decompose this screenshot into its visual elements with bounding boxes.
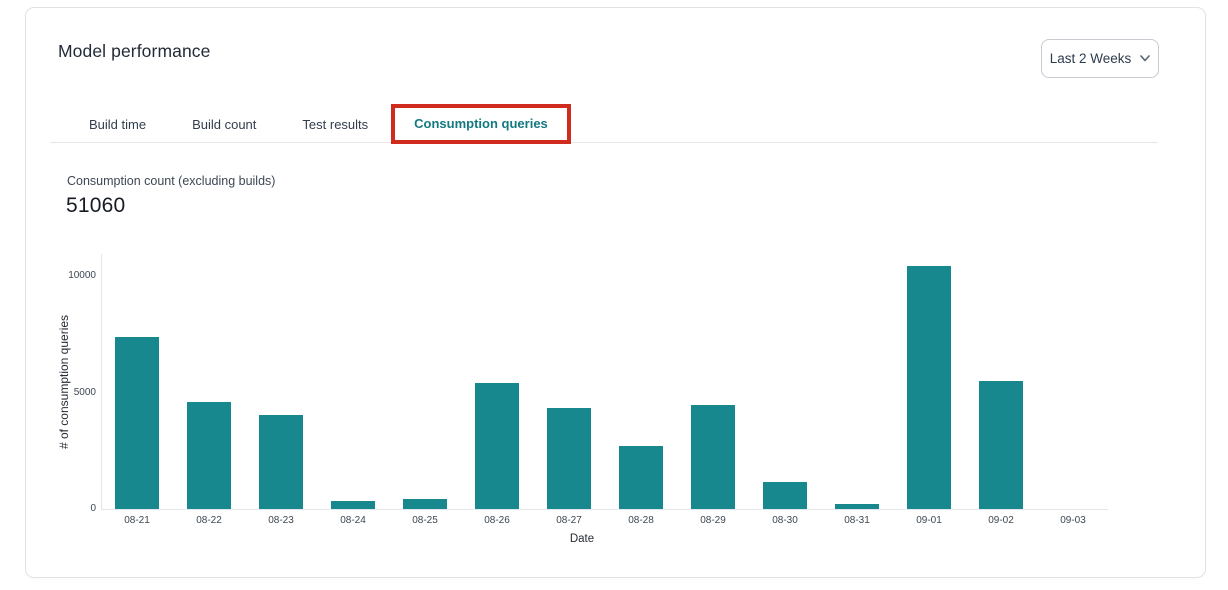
bar-08-24 — [331, 501, 375, 509]
bar-09-02 — [979, 381, 1023, 509]
bar-08-28 — [619, 446, 663, 509]
x-tick-label-08-22: 08-22 — [173, 515, 245, 526]
tab-bar: Build time Build count Test results Consump… — [89, 104, 571, 144]
bar-08-30 — [763, 482, 807, 509]
y-tick-label: 0 — [36, 503, 96, 514]
x-tick-label-08-28: 08-28 — [605, 515, 677, 526]
bar-08-29 — [691, 405, 735, 509]
x-tick-label-08-29: 08-29 — [677, 515, 749, 526]
consumption-queries-chart: # of consumption queries Date 0 5000 10000… — [26, 8, 1205, 577]
tab-consumption-queries[interactable]: Consumption queries — [414, 116, 548, 131]
bar-09-01 — [907, 266, 951, 509]
tab-test-results[interactable]: Test results — [302, 117, 368, 132]
x-tick-label-08-26: 08-26 — [461, 515, 533, 526]
bar-08-21 — [115, 337, 159, 509]
bar-08-31 — [835, 504, 879, 509]
bar-08-23 — [259, 415, 303, 509]
x-tick-label-08-27: 08-27 — [533, 515, 605, 526]
x-tick-label-09-03: 09-03 — [1037, 515, 1109, 526]
tab-build-count[interactable]: Build count — [192, 117, 256, 132]
bar-08-27 — [547, 408, 591, 509]
bar-08-26 — [475, 383, 519, 509]
x-tick-label-09-02: 09-02 — [965, 515, 1037, 526]
x-tick-label-08-31: 08-31 — [821, 515, 893, 526]
x-axis-line — [101, 509, 1108, 510]
x-tick-label-08-23: 08-23 — [245, 515, 317, 526]
model-performance-card: Model performance Last 2 Weeks Build tim… — [25, 7, 1206, 578]
x-tick-label-08-30: 08-30 — [749, 515, 821, 526]
x-tick-label-08-25: 08-25 — [389, 515, 461, 526]
y-tick-label: 5000 — [36, 387, 96, 398]
tab-build-time[interactable]: Build time — [89, 117, 146, 132]
x-axis-label: Date — [570, 533, 594, 545]
x-tick-label-08-24: 08-24 — [317, 515, 389, 526]
bar-08-22 — [187, 402, 231, 509]
annotation-highlight-box: Consumption queries — [391, 104, 571, 144]
x-tick-label-09-01: 09-01 — [893, 515, 965, 526]
bar-08-25 — [403, 499, 447, 509]
y-axis-line — [101, 254, 102, 509]
y-axis-label: # of consumption queries — [57, 315, 71, 449]
y-tick-label: 10000 — [36, 270, 96, 281]
x-tick-label-08-21: 08-21 — [101, 515, 173, 526]
